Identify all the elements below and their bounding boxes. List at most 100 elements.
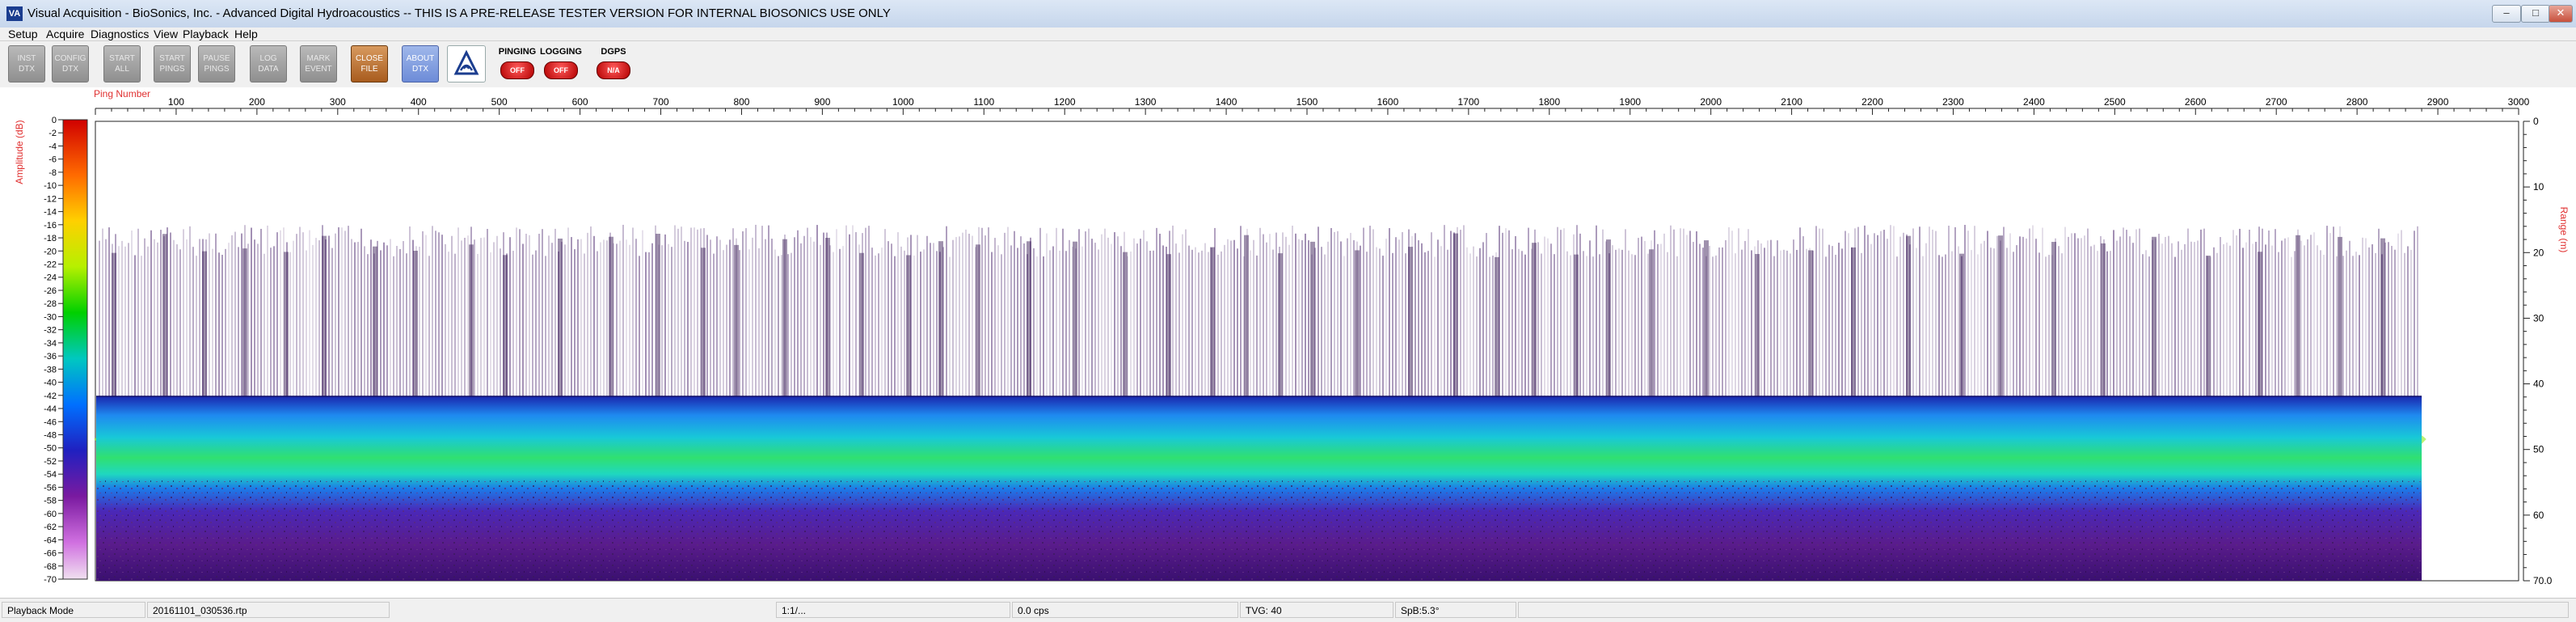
status-file-text: 20161101_030536.rtp [153,605,247,616]
water-column-echo [2404,252,2405,397]
close-window-button[interactable]: ✕ [2549,5,2573,23]
water-column-echo [1722,247,1723,397]
water-column-echo [1321,247,1322,397]
biosonics-logo-button[interactable] [447,45,486,83]
menu-help[interactable]: Help [234,28,258,40]
status-empty-pane [1518,602,2569,618]
water-column-echo [1143,230,1145,397]
water-column-echo [231,235,233,397]
menu-acquire[interactable]: Acquire [46,28,84,40]
range-tick-label: 30 [2533,312,2544,324]
water-column-echo [1263,234,1264,397]
ping-tick-label: 2600 [2185,96,2207,108]
water-column-echo [748,249,750,397]
menu-playback[interactable]: Playback [183,28,229,40]
water-column-echo [467,235,469,397]
range-axis-title: Range (m) [2558,207,2570,253]
water-column-echo [1945,254,1946,397]
water-column-echo [2213,247,2215,397]
water-column-echo [887,241,889,397]
echogram-panel: Amplitude (dB) 0 -2 -4 -6 -8 -10 -12 -14 -16 -18 -… [0,87,2576,598]
water-column-echo [2093,244,2095,397]
menu-diagnostics[interactable]: Diagnostics [91,28,149,40]
water-column-echo [1308,240,1309,397]
water-column-echo [1324,254,1326,397]
water-column-echo [1431,232,1432,397]
mark-event-button[interactable]: MARK EVENT [300,45,337,83]
water-column-echo [1786,250,1788,397]
water-column-echo [2352,256,2354,397]
water-column-echo [1518,248,1520,397]
water-column-echo [2417,226,2418,397]
range-tick-label: 20 [2533,247,2544,258]
water-column-echo [884,229,886,397]
maximize-button[interactable]: □ [2521,5,2550,23]
menu-setup[interactable]: Setup [8,28,38,40]
close-file-button[interactable]: CLOSE FILE [351,45,388,83]
water-column-echo [881,248,883,397]
water-column-echo [1796,250,1798,397]
water-column-echo [1043,256,1044,397]
water-column-echo [186,239,188,397]
water-column-echo [2190,241,2192,397]
water-column-echo [1133,238,1135,397]
water-column-echo [1893,226,1895,397]
water-column-echo [257,243,259,397]
water-column-echo [774,249,776,397]
about-dtx-button[interactable]: ABOUT DTX [402,45,439,83]
water-column-streak [1073,241,1077,397]
water-column-echo [1208,252,1209,397]
water-column-echo [545,256,546,397]
water-column-echo [1162,245,1164,397]
log-data-button[interactable]: LOG DATA [250,45,287,83]
pinging-indicator: PINGING OFF [496,45,538,83]
ping-tick-label: 2300 [1942,96,1964,108]
water-column-echo [1460,230,1461,397]
water-column-echo [1764,248,1765,397]
water-column-echo [1951,251,1953,397]
water-column-echo [425,235,427,397]
water-column-echo [1198,252,1199,397]
water-column-echo [2300,240,2302,397]
water-column-streak [1310,241,1315,397]
water-column-echo [1250,250,1251,397]
water-column-echo [2249,229,2250,397]
water-column-echo [1146,241,1148,397]
water-column-echo [2329,233,2331,397]
minimize-button[interactable]: – [2492,5,2521,23]
water-column-echo [949,256,951,397]
config-dtx-button[interactable]: CONFIG DTX [52,45,89,83]
water-column-echo [318,240,320,397]
inst-dtx-button[interactable]: INST DTX [8,45,45,83]
water-column-echo [134,255,136,397]
water-column-echo [2061,253,2063,397]
water-column-echo [991,252,993,397]
color-scale-tick-label: -24 [44,273,57,283]
ping-tick-label: 1200 [1054,96,1076,108]
water-column-echo [105,239,107,397]
water-column-echo [1874,233,1875,397]
water-column-echo [1347,238,1348,397]
water-column-echo [2255,241,2257,397]
water-column-echo [1402,231,1403,397]
start-pings-button[interactable]: START PINGS [154,45,191,83]
water-column-echo [1696,231,1697,397]
pause-pings-button[interactable]: PAUSE PINGS [198,45,235,83]
water-column-echo [1463,225,1465,397]
ping-tick-label: 2800 [2346,96,2368,108]
water-column-echo [1861,252,1862,397]
water-column-echo [2333,226,2334,397]
menu-view[interactable]: View [154,28,178,40]
water-column-echo [351,239,352,397]
start-all-button[interactable]: START ALL [103,45,141,83]
water-column-echo [2064,226,2066,397]
water-column-echo [639,256,640,397]
water-column-echo [1318,226,1319,397]
water-column-echo [2158,234,2160,397]
water-column-echo [124,246,126,397]
range-axis: 0 10 20 30 40 50 60 70.0 [2523,116,2553,586]
color-scale-title: Amplitude (dB) [14,120,25,184]
ping-tick-label: 1000 [892,96,914,108]
water-column-streak [1755,254,1760,397]
water-column-echo [406,253,407,397]
